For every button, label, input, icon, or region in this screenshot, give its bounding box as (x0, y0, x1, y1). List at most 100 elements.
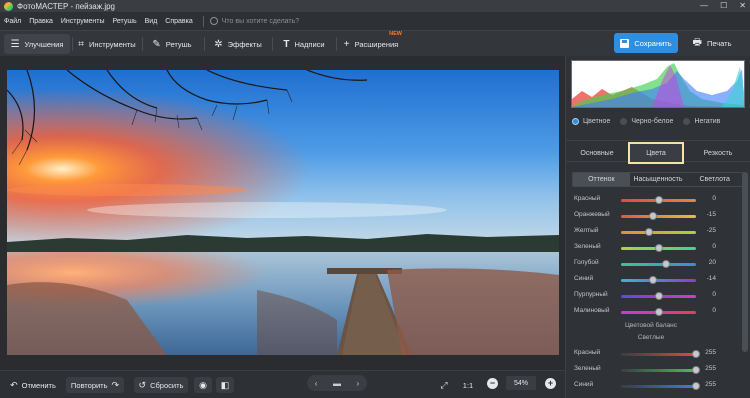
slider-label: Зеленый (574, 365, 601, 372)
mode-color[interactable]: Цветное (572, 118, 610, 125)
tab-retouch[interactable]: ✎ Ретушь (144, 34, 200, 54)
compare-icon: ◧ (220, 379, 230, 390)
slider-handle[interactable] (654, 308, 663, 316)
print-button[interactable]: 🖶 Печать (682, 33, 742, 53)
menu-file[interactable]: Файл (4, 18, 21, 25)
plus-icon: + (343, 38, 350, 50)
undo-icon: ↶ (10, 379, 18, 390)
slider-track[interactable] (621, 385, 696, 388)
folder-icon[interactable]: ▬ (333, 379, 341, 388)
toolbar-divider (204, 37, 205, 51)
redo-label: Повторить (70, 380, 108, 390)
tab-label: Эффекты (227, 39, 262, 49)
slider-handle[interactable] (654, 196, 663, 204)
slider-track[interactable] (621, 215, 696, 218)
tab-enhancements[interactable]: ☰ Улучшения (4, 34, 70, 54)
adjustments-panel: Цветное Черно-белое Негатив Основные Цве… (565, 56, 750, 398)
mode-negative[interactable]: Негатив (683, 118, 720, 125)
tab-sharpness[interactable]: Резкость (692, 145, 744, 161)
slider-label: Синий (574, 381, 594, 388)
zoom-level[interactable]: 54% (506, 376, 536, 390)
color-mode-group: Цветное Черно-белое Негатив (572, 118, 742, 125)
slider-handle[interactable] (645, 228, 654, 236)
toolbar-divider (272, 37, 273, 51)
undo-button[interactable]: ↶ Отменить (6, 377, 60, 393)
redo-button[interactable]: Повторить ↷ (66, 377, 124, 393)
tab-colors[interactable]: Цвета (628, 142, 684, 164)
slider-track[interactable] (621, 279, 696, 282)
menu-edit[interactable]: Правка (29, 18, 53, 25)
tab-extensions[interactable]: + Расширения NEW (338, 31, 404, 54)
slider-handle[interactable] (649, 276, 658, 284)
actual-size-button[interactable]: 1:1 (458, 377, 478, 393)
tab-tools[interactable]: ⌗ Инструменты (74, 34, 140, 54)
image-canvas[interactable] (0, 56, 565, 370)
subtab-hue[interactable]: Оттенок (573, 173, 630, 186)
radio-icon (620, 118, 628, 125)
save-button[interactable]: Сохранить (614, 33, 678, 53)
slider-track[interactable] (621, 231, 696, 234)
menu-bar: Файл Правка Инструменты Ретушь Вид Справ… (0, 12, 750, 30)
histogram (571, 60, 745, 108)
image-navigation: ‹ ▬ › (307, 375, 367, 391)
slider-handle[interactable] (692, 366, 700, 374)
reset-button[interactable]: ↺ Сбросить (134, 377, 188, 393)
slider-handle[interactable] (692, 382, 700, 390)
slider-value: -25 (706, 227, 716, 234)
eye-icon: ◉ (199, 379, 207, 390)
preview-button[interactable]: ◉ (194, 377, 212, 393)
slider-handle[interactable] (648, 212, 657, 220)
slider-value: -14 (706, 275, 716, 282)
close-button[interactable]: ✕ (739, 0, 746, 12)
slider-track[interactable] (621, 369, 696, 372)
slider-row: Пурпурный 0 (566, 288, 750, 304)
slider-row: Желтый -25 (566, 224, 750, 240)
slider-row: Зеленый 0 (566, 240, 750, 256)
menu-tools[interactable]: Инструменты (61, 18, 105, 25)
slider-handle[interactable] (692, 350, 700, 358)
subtab-lightness[interactable]: Светлота (686, 173, 743, 186)
menu-view[interactable]: Вид (145, 18, 158, 25)
minimize-button[interactable]: — (700, 0, 708, 12)
reset-icon: ↺ (138, 379, 147, 390)
slider-value: 255 (705, 349, 716, 356)
slider-value: 0 (712, 307, 716, 314)
slider-label: Оранжевый (574, 211, 610, 218)
mode-label: Цветное (583, 118, 611, 125)
section-title: Цветовой баланс (625, 322, 677, 329)
panel-scrollbar[interactable] (742, 172, 748, 352)
command-search[interactable]: Что вы хотите сделать? (209, 17, 299, 25)
tab-label: Ретушь (165, 39, 192, 49)
menu-retouch[interactable]: Ретушь (113, 18, 137, 25)
slider-row: Зеленый 255 (566, 362, 750, 378)
compare-button[interactable]: ◧ (216, 377, 234, 393)
slider-handle[interactable] (662, 260, 670, 268)
next-image-icon[interactable]: › (357, 379, 360, 388)
zoom-out-button[interactable]: − (487, 378, 498, 389)
mode-label: Негатив (694, 118, 721, 125)
maximize-button[interactable]: ☐ (720, 0, 727, 12)
slider-row: Оранжевый -15 (566, 208, 750, 224)
slider-label: Синий (574, 275, 594, 282)
slider-label: Голубой (574, 259, 599, 266)
slider-value: 20 (708, 259, 716, 266)
slider-handle[interactable] (654, 244, 663, 252)
mode-bw[interactable]: Черно-белое (620, 118, 673, 125)
slider-row: Голубой 20 (566, 256, 750, 272)
prev-image-icon[interactable]: ‹ (315, 379, 318, 388)
tab-basic[interactable]: Основные (572, 145, 622, 161)
slider-track[interactable] (621, 353, 696, 356)
slider-track[interactable] (621, 263, 696, 266)
zoom-in-button[interactable]: + (545, 378, 556, 389)
fit-to-screen-button[interactable]: ⤢ (436, 377, 452, 393)
landscape-photo[interactable] (7, 70, 559, 355)
subtab-saturation[interactable]: Насыщенность (630, 173, 687, 186)
slider-label: Пурпурный (574, 291, 608, 298)
slider-label: Желтый (574, 227, 599, 234)
ratio-label: 1:1 (462, 380, 474, 390)
menu-divider (202, 15, 204, 27)
tab-effects[interactable]: ✲ Эффекты (206, 34, 270, 54)
tab-text[interactable]: T Надписи (274, 34, 334, 54)
menu-help[interactable]: Справка (165, 18, 192, 25)
slider-handle[interactable] (654, 292, 663, 300)
